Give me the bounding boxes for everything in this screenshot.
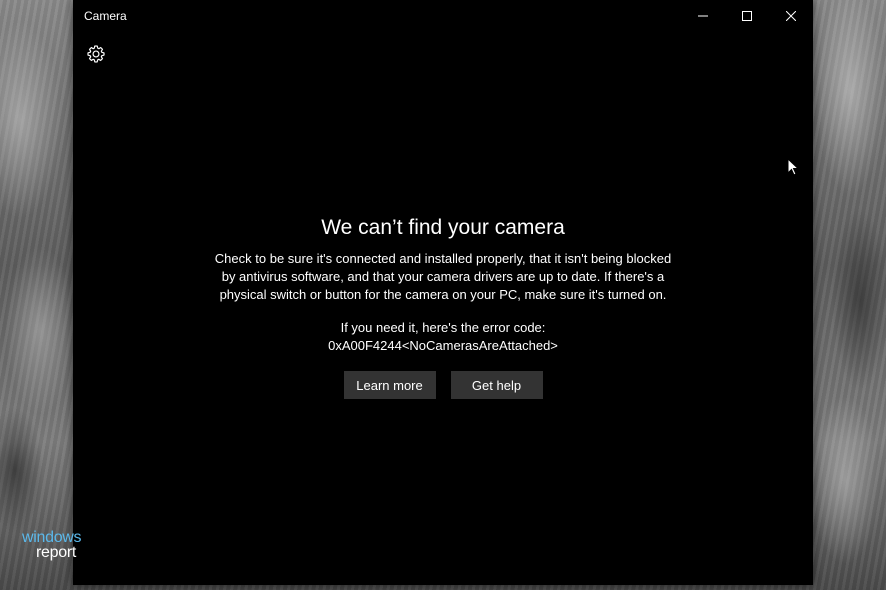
gear-icon [87,45,105,63]
maximize-button[interactable] [725,0,769,32]
settings-button[interactable] [85,43,107,65]
app-title: Camera [84,9,127,23]
minimize-button[interactable] [681,0,725,32]
title-bar[interactable]: Camera [73,0,813,32]
mouse-cursor-icon [787,158,799,176]
action-buttons: Learn more Get help [73,371,813,399]
error-heading: We can’t find your camera [321,216,565,239]
close-button[interactable] [769,0,813,32]
get-help-button[interactable]: Get help [450,371,543,399]
close-icon [786,11,796,21]
minimize-icon [698,15,708,17]
watermark-line2: report [36,544,76,561]
error-message: Check to be sure it's connected and inst… [214,251,672,302]
watermark-line1: windows [22,529,82,546]
windows-report-watermark: windows report [22,530,102,562]
error-code-label: If you need it, here's the error code: [340,320,546,335]
window-controls [681,0,813,32]
camera-app-window: Camera We can’t find your camera Check t… [73,0,813,585]
learn-more-button[interactable]: Learn more [343,371,436,399]
error-panel: We can’t find your camera Check to be su… [73,214,813,399]
maximize-icon [742,11,752,21]
error-code: 0xA00F4244<NoCamerasAreAttached> [328,338,558,353]
